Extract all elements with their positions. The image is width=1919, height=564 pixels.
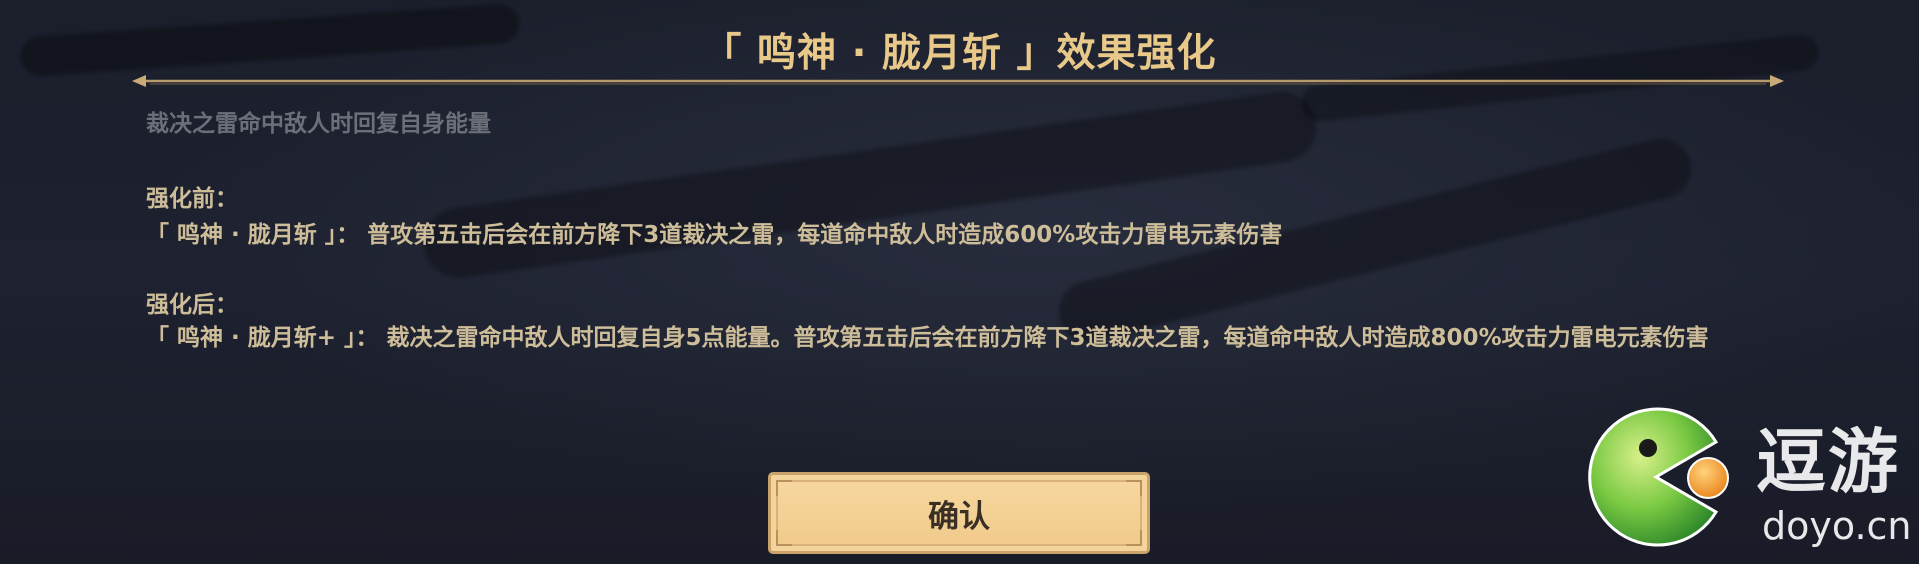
before-enhance-label: 强化前： bbox=[146, 186, 238, 212]
after-enhance-label: 强化后： bbox=[146, 292, 238, 318]
effect-summary: 裁决之雷命中敌人时回复自身能量 bbox=[146, 111, 491, 137]
doyo-watermark: 逗游 doyo.cn bbox=[1586, 392, 1916, 564]
before-enhance-description: 「 鸣神 · 胧月斩 」： 普攻第五击后会在前方降下3道裁决之雷，每道命中敌人时… bbox=[146, 222, 1283, 248]
watermark-domain: doyo.cn bbox=[1762, 504, 1912, 548]
dialog-panel: 「 鸣神 · 胧月斩 」效果强化 裁决之雷命中敌人时回复自身能量 强化前： 「 … bbox=[0, 0, 1919, 564]
button-corner-ornament bbox=[1126, 530, 1142, 546]
after-enhance-description: 「 鸣神 · 胧月斩+ 」： 裁决之雷命中敌人时回复自身5点能量。普攻第五击后会… bbox=[146, 325, 1709, 351]
watermark-chinese-name: 逗游 bbox=[1756, 420, 1900, 503]
button-corner-ornament bbox=[776, 530, 792, 546]
button-corner-ornament bbox=[776, 480, 792, 496]
pacman-logo-icon bbox=[1588, 407, 1729, 547]
title-divider bbox=[132, 75, 1784, 87]
button-corner-ornament bbox=[1126, 480, 1142, 496]
background-brush-stroke bbox=[419, 87, 1321, 283]
confirm-button-label: 确认 bbox=[928, 498, 990, 535]
confirm-button[interactable]: 确认 bbox=[768, 472, 1150, 554]
